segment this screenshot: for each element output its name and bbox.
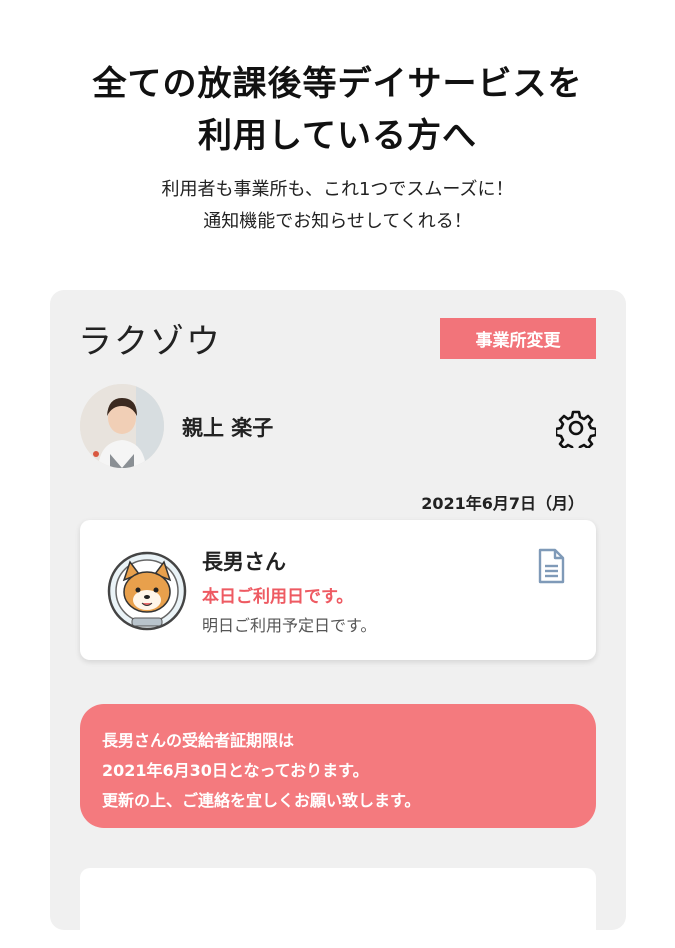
headline-line-1: 全ての放課後等デイサービスを	[92, 64, 583, 104]
user-avatar-photo	[80, 384, 164, 468]
app-logo: ラクゾウ	[78, 322, 222, 362]
child-name: 長男さん	[202, 550, 286, 574]
settings-gear-icon[interactable]	[554, 408, 598, 454]
current-date: 2021年6月7日（月）	[421, 494, 584, 513]
notice-line-2: 2021年6月30日となっております。	[102, 761, 369, 780]
status-today: 本日ご利用日です。	[202, 587, 354, 607]
subline-line-1: 利用者も事業所も、これ1つでスムーズに！	[161, 179, 514, 200]
user-name: 親上 楽子	[182, 416, 274, 440]
next-card[interactable]	[80, 868, 596, 948]
notice-line-1: 長男さんの受給者証期限は	[102, 731, 295, 750]
subline-line-2: 通知機能でお知らせしてくれる！	[203, 211, 472, 232]
shiba-astronaut-icon	[107, 551, 187, 631]
promo-subline: 利用者も事業所も、これ1つでスムーズに！ 通知機能でお知らせしてくれる！	[0, 174, 675, 238]
office-change-button[interactable]: 事業所変更	[440, 318, 596, 359]
app-screen: ラクゾウ 事業所変更 親上 楽子 2021年6月7日（月） 長男さん 本日ご利用…	[50, 290, 626, 948]
notice-line-3: 更新の上、ご連絡を宜しくお願い致します。	[102, 791, 421, 810]
certificate-expiry-notice: 長男さんの受給者証期限は 2021年6月30日となっております。 更新の上、ご連…	[80, 704, 596, 828]
user-avatar[interactable]	[80, 384, 164, 468]
promo-headline: 全ての放課後等デイサービスを 利用している方へ	[0, 58, 675, 162]
headline-line-2: 利用している方へ	[198, 116, 477, 156]
child-avatar	[106, 550, 188, 632]
child-card[interactable]: 長男さん 本日ご利用日です。 明日ご利用予定日です。	[80, 520, 596, 660]
status-tomorrow: 明日ご利用予定日です。	[202, 616, 377, 635]
document-icon[interactable]	[536, 548, 566, 584]
